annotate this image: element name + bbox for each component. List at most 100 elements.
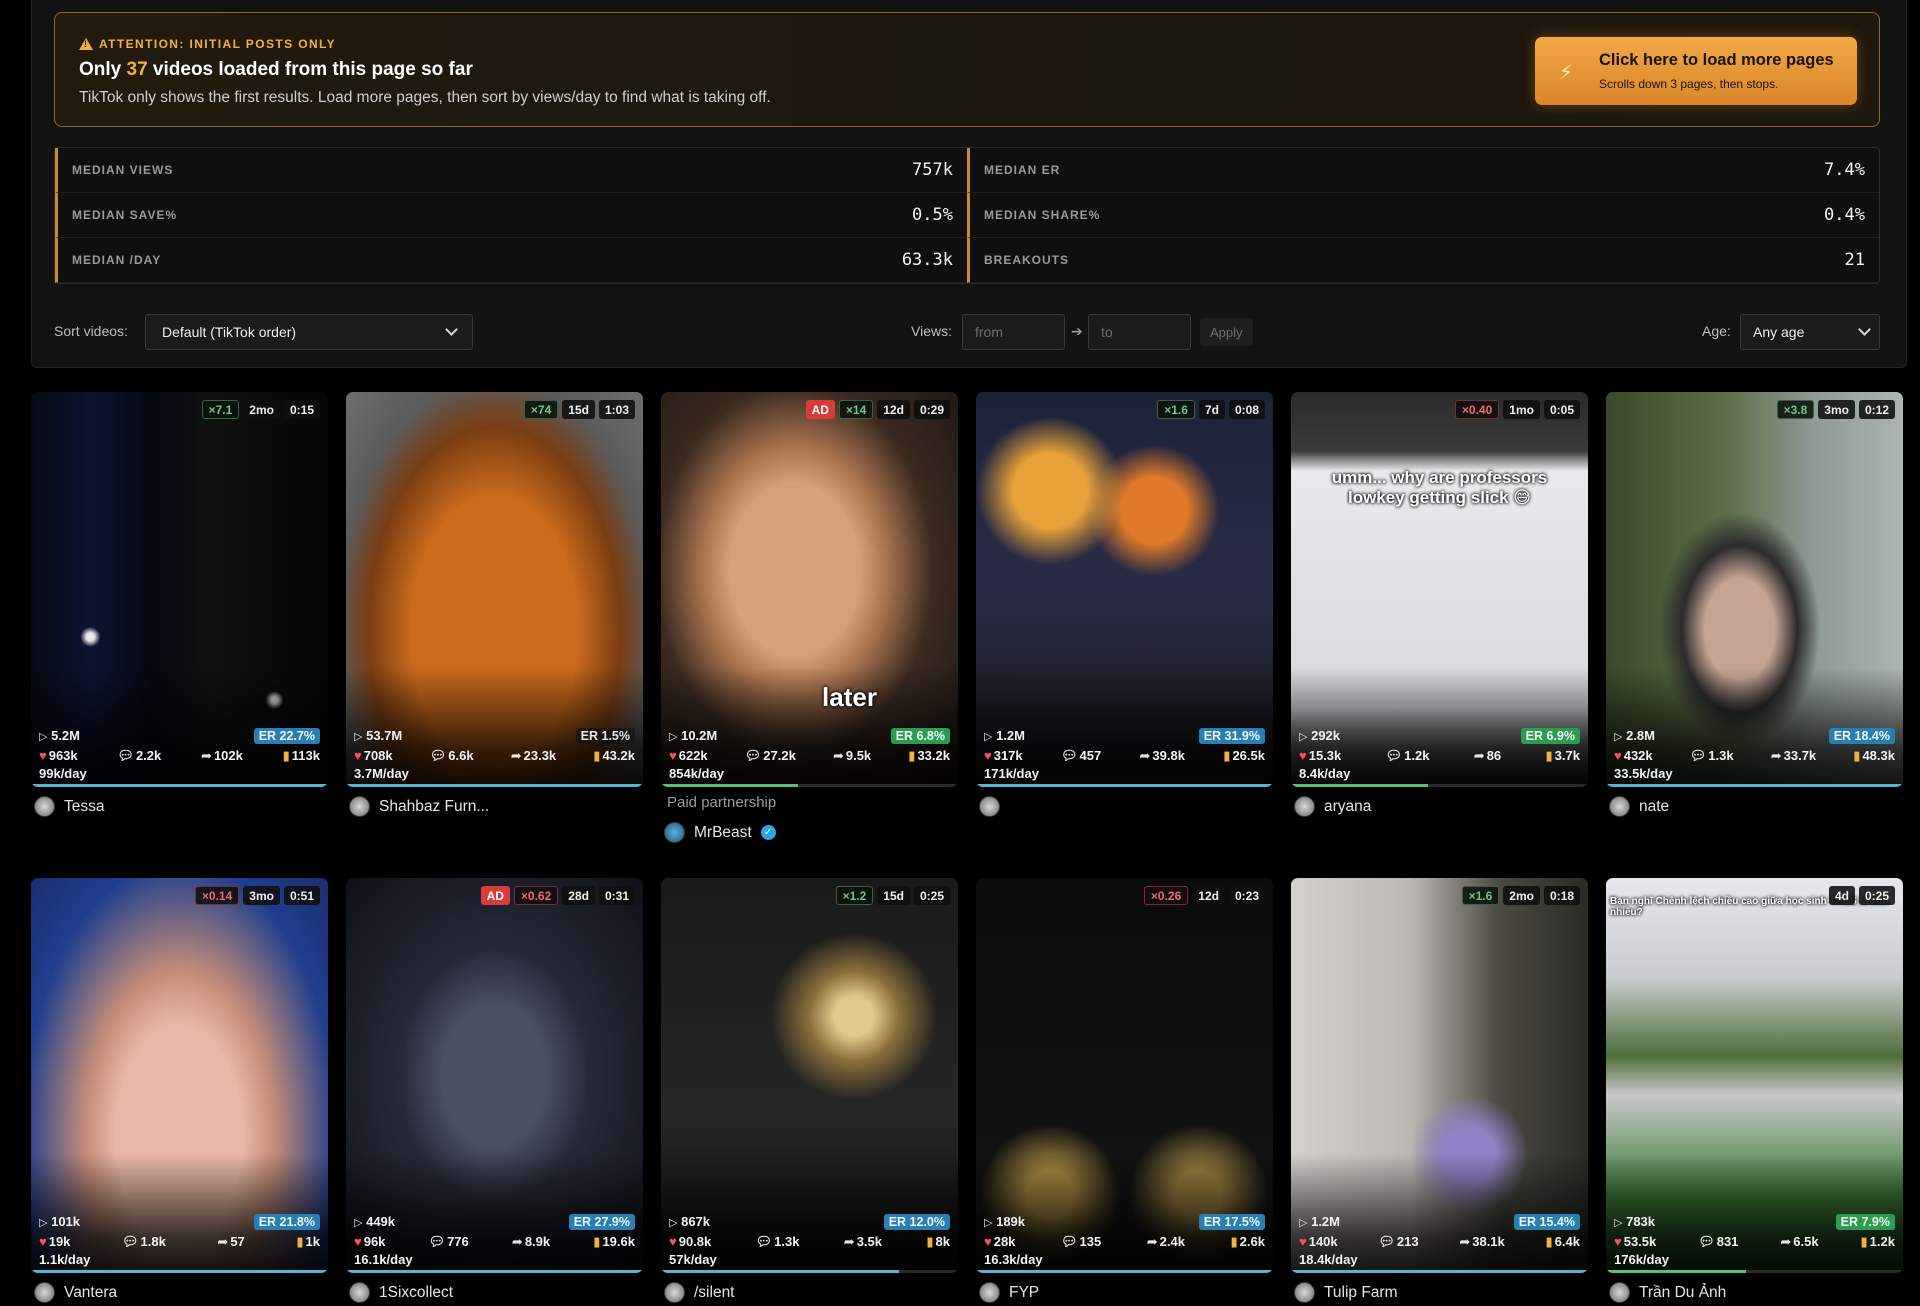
video-thumbnail[interactable]: ×7.1 2mo 0:15 ▷ 5.2M ER 22.7% ♥ 963k 💬︎ 2.2k… [31, 392, 328, 787]
video-thumbnail[interactable]: 4d 0:25 Bạn nghĩ Chênh lệch chiều cao giữ… [1606, 878, 1903, 1273]
author-link[interactable]: Shahbaz Furn... [349, 796, 489, 817]
video-thumbnail[interactable]: ×1.6 2mo 0:18 ▷ 1.2M ER 15.4% ♥ 140k 💬︎ 213 … [1291, 878, 1588, 1273]
shares-count: ➦ 57 [217, 1233, 245, 1250]
play-icon: ▷ [669, 731, 678, 743]
duration-badge: 0:25 [1858, 886, 1895, 905]
load-more-pages-button[interactable]: ⚡ Click here to load more pages Scrolls … [1535, 37, 1857, 105]
heart-icon: ♥ [1614, 1234, 1622, 1249]
saves-count: ▮ 26.5k [1223, 747, 1265, 764]
author-name: Shahbaz Furn... [379, 797, 490, 815]
heart-icon: ♥ [669, 748, 677, 763]
comments-count: 💬︎ 1.3k [1689, 747, 1734, 764]
author-link[interactable]: /silent [664, 1282, 735, 1303]
play-icon: ▷ [984, 731, 993, 743]
duration-badge: 0:12 [1858, 400, 1895, 419]
avatar [664, 822, 685, 843]
comments-count: 💬︎ 1.8k [122, 1233, 166, 1250]
comments-count: 💬︎ 213 [1378, 1233, 1419, 1250]
video-card: ×7.1 2mo 0:15 ▷ 5.2M ER 22.7% ♥ 963k 💬︎ 2.2k… [31, 392, 328, 878]
shares-count: ➦ 8.9k [511, 1233, 551, 1250]
duration-badge: 0:15 [283, 400, 320, 419]
badge-row: ×1.2 15d 0:25 [835, 886, 950, 905]
duration-badge: 0:51 [283, 886, 320, 905]
likes-count: ♥ 15.3k [1299, 748, 1342, 763]
video-thumbnail[interactable]: ×1.6 7d 0:08 ▷ 1.2M ER 31.9% ♥ 317k 💬︎ 457 ➦… [976, 392, 1273, 787]
video-card: 4d 0:25 Bạn nghĩ Chênh lệch chiều cao giữ… [1606, 878, 1903, 1306]
video-card: ×0.40 1mo 0:05 umm... why are professors l… [1291, 392, 1588, 878]
banner-subtext: TikTok only shows the first results. Loa… [79, 89, 771, 106]
author-link[interactable]: nate [1609, 796, 1669, 817]
comments-count: 💬︎ 457 [1060, 747, 1102, 764]
views-count: ▷ 783k [1614, 1214, 1656, 1229]
play-icon: ▷ [669, 1217, 678, 1229]
share-icon: ➦ [1780, 1233, 1792, 1249]
heart-icon: ♥ [39, 748, 47, 763]
author-link[interactable]: aryana [1294, 796, 1371, 817]
views-count: ▷ 1.2M [1299, 1214, 1340, 1229]
chevron-down-icon [445, 323, 458, 336]
views-from-input[interactable]: from [962, 314, 1065, 350]
video-thumbnail[interactable]: ×1.2 15d 0:25 ▷ 867k ER 12.0% ♥ 90.8k 💬︎ 1.3… [661, 878, 958, 1273]
stat-value: 21 [1844, 250, 1865, 270]
caption-overlay: later [822, 682, 877, 712]
likes-count: ♥ 53.5k [1614, 1234, 1657, 1249]
saves-count: ▮ 33.2k [908, 747, 950, 764]
shares-count: ➦ 2.4k [1146, 1233, 1185, 1250]
caption-overlay: umm... why are professors lowkey getting… [1331, 468, 1548, 507]
author-link[interactable]: MrBeast ✓ [664, 822, 776, 843]
views-per-day: 18.4k/day [1299, 1252, 1358, 1267]
author-link[interactable]: Tulip Farm [1294, 1282, 1398, 1303]
heart-icon: ♥ [984, 748, 992, 763]
video-card: ×1.2 15d 0:25 ▷ 867k ER 12.0% ♥ 90.8k 💬︎ 1.3… [661, 878, 958, 1306]
shares-count: ➦ 33.7k [1770, 747, 1817, 764]
age-select[interactable]: Any age [1740, 314, 1880, 350]
shares-count: ➦ 6.5k [1780, 1233, 1819, 1250]
author-link[interactable]: 1Sixcollect [349, 1282, 453, 1303]
bookmark-icon: ▮ [1545, 1233, 1553, 1249]
multiplier-badge: ×1.6 [1157, 400, 1195, 419]
author-link[interactable]: Vantera [34, 1282, 117, 1303]
share-icon: ➦ [511, 1233, 523, 1249]
avatar [979, 1282, 1000, 1303]
loaded-count: 37 [126, 59, 148, 80]
avatar [34, 1282, 55, 1303]
views-per-day: 99k/day [39, 766, 87, 781]
progress-bar [346, 1270, 643, 1273]
views-per-day: 176k/day [1614, 1252, 1669, 1267]
progress-bar [976, 784, 1273, 787]
views-to-input[interactable]: to [1088, 314, 1191, 350]
video-thumbnail[interactable]: ×0.14 3mo 0:51 ▷ 101k ER 21.8% ♥ 19k 💬︎ 1.8k… [31, 878, 328, 1273]
stat-value: 7.4% [1824, 160, 1865, 180]
video-card: ×3.8 3mo 0:12 ▷ 2.8M ER 18.4% ♥ 432k 💬︎ 1.3k… [1606, 392, 1903, 878]
saves-count: ▮ 43.2k [593, 747, 635, 764]
author-link[interactable]: Tessa [34, 796, 105, 817]
bookmark-icon: ▮ [1230, 1233, 1238, 1249]
avatar [1294, 1282, 1315, 1303]
apply-button[interactable]: Apply [1200, 318, 1253, 346]
comment-icon: 💬︎ [1060, 1233, 1078, 1249]
video-thumbnail[interactable]: ×3.8 3mo 0:12 ▷ 2.8M ER 18.4% ♥ 432k 💬︎ 1.3k… [1606, 392, 1903, 787]
author-link[interactable]: Trần Du Ảnh [1609, 1282, 1726, 1303]
badge-row: AD ×14 12d 0:29 [805, 400, 950, 419]
author-link[interactable]: FYP [979, 1282, 1039, 1303]
video-metrics: ▷ 5.2M ER 22.7% ♥ 963k 💬︎ 2.2k ➦ 102k ▮ 113k… [39, 726, 320, 782]
multiplier-badge: ×0.62 [513, 886, 559, 905]
video-thumbnail[interactable]: ×0.26 12d 0:23 ▷ 189k ER 17.5% ♥ 28k 💬︎ 135 … [976, 878, 1273, 1273]
video-thumbnail[interactable]: ×0.40 1mo 0:05 umm... why are professors l… [1291, 392, 1588, 787]
stat-label: MEDIAN /DAY [72, 253, 162, 267]
author-link[interactable] [979, 796, 1009, 817]
sort-select[interactable]: Default (TikTok order) [145, 314, 473, 350]
avatar [1609, 1282, 1630, 1303]
video-thumbnail[interactable]: AD ×0.62 28d 0:31 ▷ 449k ER 27.9% ♥ 96k 💬︎ 77… [346, 878, 643, 1273]
share-icon: ➦ [1473, 747, 1485, 763]
badge-row: ×3.8 3mo 0:12 [1776, 400, 1895, 419]
play-icon: ▷ [354, 731, 363, 743]
age-badge: 15d [562, 400, 595, 419]
bookmark-icon: ▮ [1860, 1233, 1868, 1249]
badge-row: AD ×0.62 28d 0:31 [480, 886, 635, 905]
video-card: ×0.14 3mo 0:51 ▷ 101k ER 21.8% ♥ 19k 💬︎ 1.8k… [31, 878, 328, 1306]
heart-icon: ♥ [984, 1234, 992, 1249]
video-thumbnail[interactable]: AD ×14 12d 0:29 later ▷ 10.2M ER 6.8% ♥ 622k… [661, 392, 958, 787]
play-icon: ▷ [984, 1217, 993, 1229]
video-thumbnail[interactable]: ×74 15d 1:03 ▷ 53.7M ER 1.5% ♥ 708k 💬︎ 6.6k … [346, 392, 643, 787]
